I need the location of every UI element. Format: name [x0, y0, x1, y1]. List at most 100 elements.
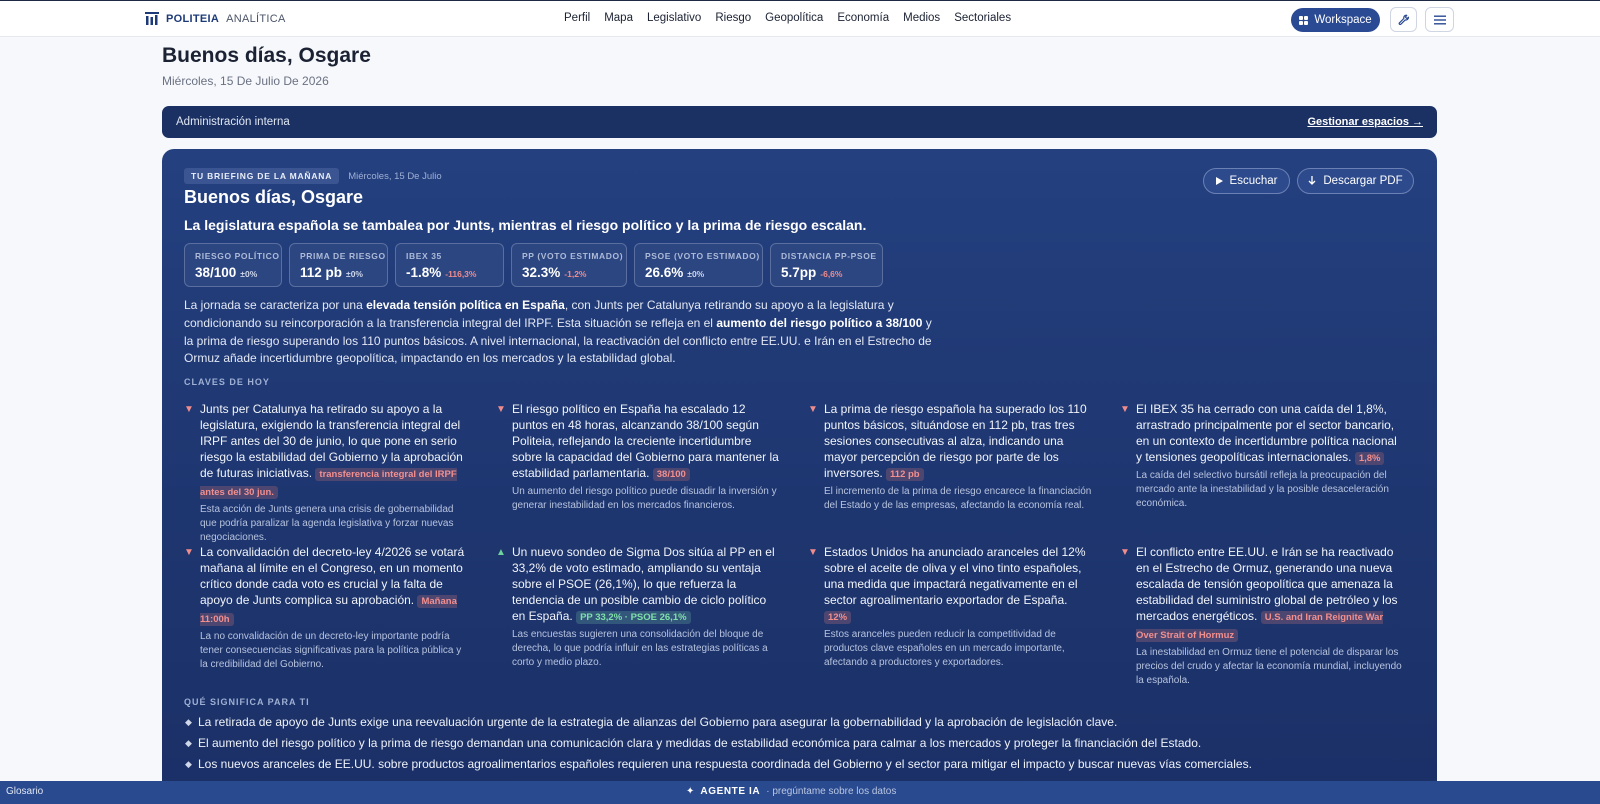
briefing-date: Miércoles, 15 De Julio — [348, 170, 442, 182]
claim-text: La prima de riesgo española ha superado … — [824, 402, 1087, 480]
admin-label: Administración interna — [176, 116, 290, 128]
list-item: ◆ Los nuevos aranceles de EE.UU. sobre pr… — [184, 754, 1424, 775]
tools-button[interactable] — [1390, 7, 1417, 32]
bar-chart-logo-icon — [145, 12, 159, 25]
claim-subtext: Las encuestas sugieren una consolidación… — [512, 629, 768, 668]
grid-icon — [1299, 15, 1309, 25]
claim-subtext: Un aumento del riesgo político puede dis… — [512, 486, 777, 511]
metric-delta: ±0% — [687, 269, 705, 279]
metric-card: PSOE (VOTO ESTIMADO) 26.6% ±0% — [634, 243, 763, 287]
briefing-headline: La legislatura española se tambalea por … — [184, 217, 867, 233]
bullet-dot-icon: ◆ — [185, 759, 192, 769]
claim-text: Estados Unidos ha anunciado aranceles de… — [824, 545, 1086, 607]
metric-delta: ±0% — [240, 269, 258, 279]
triangle-down-icon: ▼ — [808, 404, 818, 415]
claim-tag[interactable]: 112 pb — [886, 468, 924, 481]
metric-delta: ±0% — [346, 269, 363, 279]
claim-subtext: La caída del selectivo bursátil refleja … — [1136, 470, 1389, 509]
main-nav: Perfil Mapa Legislativo Riesgo Geopolíti… — [564, 12, 1025, 24]
claim-item: ▲ Un nuevo sondeo de Sigma Dos sitúa al … — [496, 544, 782, 669]
metric-label: PRIMA DE RIESGO — [300, 251, 386, 261]
list-item: ◆ La retirada de apoyo de Junts exige una… — [184, 712, 1424, 733]
triangle-down-icon: ▼ — [184, 547, 194, 558]
nav-item-riesgo[interactable]: Riesgo — [715, 12, 751, 24]
briefing-badge: TU BRIEFING DE LA MAÑANA — [184, 168, 340, 184]
claim-tag[interactable]: PP 33,2% · PSOE 26,1% — [576, 611, 691, 624]
nav-item-legislativo[interactable]: Legislativo — [647, 12, 701, 24]
triangle-down-icon: ▼ — [808, 547, 818, 558]
workspace-label: Workspace — [1314, 14, 1372, 26]
agent-name: AGENTE IA — [700, 786, 761, 797]
claim-subtext: La inestabilidad en Ormuz tiene el poten… — [1136, 647, 1402, 686]
claim-tag[interactable]: 12% — [824, 611, 852, 624]
triangle-down-icon: ▼ — [496, 404, 506, 415]
list-item: ◆ El aumento del riesgo político y la pri… — [184, 733, 1424, 754]
bullet-dot-icon: ◆ — [185, 717, 192, 727]
admin-bar: Administración interna Gestionar espacio… — [162, 106, 1437, 138]
nav-item-medios[interactable]: Medios — [903, 12, 940, 24]
glossary-link[interactable]: Glosario — [6, 786, 43, 797]
metric-value: 112 pb — [300, 265, 343, 280]
briefing-summary: La jornada se caracteriza por una elevad… — [184, 298, 932, 366]
workspace-button[interactable]: Workspace — [1291, 8, 1380, 32]
brand-suffix: ANALÍTICA — [226, 12, 286, 25]
sparkle-icon: ✦ — [686, 786, 695, 797]
metric-label: PP (VOTO ESTIMADO) — [522, 251, 624, 261]
download-label: Descargar PDF — [1323, 175, 1403, 187]
play-icon — [1215, 177, 1223, 185]
meaning-heading: QUÉ SIGNIFICA PARA TI — [184, 697, 310, 707]
page-title: Buenos días, Osgare — [162, 44, 371, 67]
bottom-bar: Glosario ✦ AGENTE IA · pregúntame sobre … — [0, 781, 1600, 804]
claim-subtext: La no convalidación de un decreto-ley im… — [200, 631, 462, 670]
metric-value: 32.3% — [522, 265, 561, 280]
nav-item-mapa[interactable]: Mapa — [604, 12, 633, 24]
nav-item-perfil[interactable]: Perfil — [564, 12, 590, 24]
claim-item: ▼ La convalidación del decreto-ley 4/202… — [184, 544, 470, 671]
metric-delta: -1,2% — [564, 269, 587, 279]
metrics-row: RIESGO POLÍTICO 38/100 ±0% PRIMA DE RIESG… — [184, 243, 883, 287]
claim-tag[interactable]: 38/100 — [652, 468, 690, 481]
briefing-badge-row: TU BRIEFING DE LA MAÑANA Miércoles, 15 D… — [184, 168, 442, 184]
claim-subtext: Estos aranceles pueden reducir la compet… — [824, 629, 1065, 668]
metric-card: IBEX 35 -1.8% -116,3% — [395, 243, 504, 287]
claim-item: ▼ El riesgo político en España ha escala… — [496, 401, 782, 513]
nav-item-sectoriales[interactable]: Sectoriales — [954, 12, 1011, 24]
brand-logo[interactable]: POLITEIA ANALÍTICA — [145, 12, 286, 25]
page-date: Miércoles, 15 De Julio De 2026 — [162, 74, 329, 88]
metric-label: IBEX 35 — [406, 251, 442, 261]
metric-label: RIESGO POLÍTICO — [195, 251, 280, 261]
triangle-down-icon: ▼ — [184, 404, 194, 415]
metric-card: RIESGO POLÍTICO 38/100 ±0% — [184, 243, 282, 287]
wrench-icon — [1398, 14, 1409, 25]
brand-name: POLITEIA — [166, 12, 220, 25]
menu-button[interactable] — [1425, 7, 1454, 32]
metric-value: -1.8% — [406, 265, 442, 280]
manage-spaces-link[interactable]: Gestionar espacios → — [1307, 116, 1423, 128]
claim-item: ▼ La prima de riesgo española ha superad… — [808, 401, 1094, 513]
claim-text: El riesgo político en España ha escalado… — [512, 402, 779, 480]
bullet-dot-icon: ◆ — [185, 738, 192, 748]
download-pdf-button[interactable]: Descargar PDF — [1297, 168, 1414, 194]
triangle-up-icon: ▲ — [496, 547, 506, 558]
metric-card: PP (VOTO ESTIMADO) 32.3% -1,2% — [511, 243, 627, 287]
metric-delta: -116,3% — [445, 269, 477, 279]
triangle-down-icon: ▼ — [1120, 547, 1130, 558]
claim-item: ▼ Junts per Catalunya ha retirado su apo… — [184, 401, 470, 544]
claim-tag[interactable]: 1,8% — [1354, 452, 1385, 465]
metric-label: DISTANCIA PP-PSOE — [781, 251, 877, 261]
nav-item-geopolitica[interactable]: Geopolítica — [765, 12, 823, 24]
metric-value: 5.7pp — [781, 265, 817, 280]
metric-label: PSOE (VOTO ESTIMADO) — [645, 251, 760, 261]
nav-item-economia[interactable]: Economía — [837, 12, 889, 24]
meaning-list: ◆ La retirada de apoyo de Junts exige una… — [184, 712, 1424, 775]
metric-value: 26.6% — [645, 265, 684, 280]
ai-agent-launcher[interactable]: ✦ AGENTE IA · pregúntame sobre los datos — [686, 786, 896, 797]
listen-button[interactable]: Escuchar — [1203, 168, 1290, 194]
metric-card: PRIMA DE RIESGO 112 pb ±0% — [289, 243, 388, 287]
metric-value: 38/100 — [195, 265, 237, 280]
hamburger-menu-icon — [1433, 15, 1446, 24]
claim-item: ▼ Estados Unidos ha anunciado aranceles … — [808, 544, 1094, 669]
briefing-title: Buenos días, Osgare — [184, 187, 364, 207]
download-arrow-icon — [1308, 176, 1316, 185]
claim-item: ▼ El conflicto entre EE.UU. e Irán se ha… — [1120, 544, 1406, 687]
